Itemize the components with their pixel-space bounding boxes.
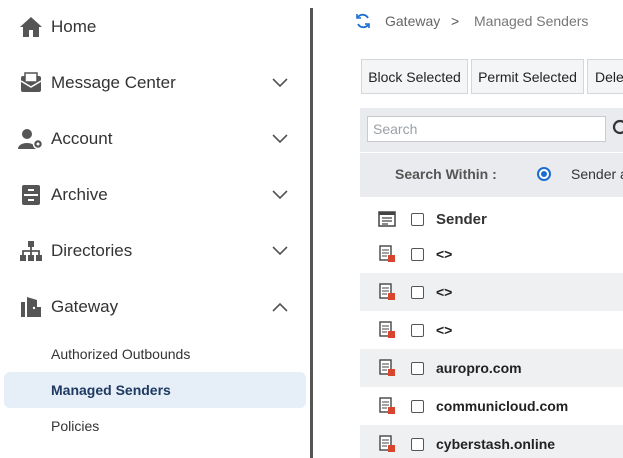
nav-item-gateway[interactable]: Gateway	[0, 285, 310, 329]
sender-value: <>	[436, 246, 453, 262]
sender-value: auropro.com	[436, 360, 522, 376]
table-row[interactable]: <>	[360, 235, 623, 273]
search-input[interactable]	[367, 116, 606, 142]
chevron-up-icon[interactable]	[270, 297, 290, 317]
row-checkbox[interactable]	[411, 324, 424, 337]
blocked-sender-icon	[378, 321, 396, 339]
row-checkbox[interactable]	[411, 248, 424, 261]
nav-item-directories[interactable]: Directories	[0, 229, 310, 273]
block-selected-button[interactable]: Block Selected	[361, 59, 468, 94]
refresh-icon[interactable]	[354, 12, 372, 30]
account-settings-icon	[18, 126, 44, 152]
nav-label-gateway: Gateway	[51, 297, 119, 316]
sender-radio-label[interactable]: Sender a	[571, 166, 623, 182]
sub-label-policies: Policies	[51, 418, 100, 434]
row-checkbox[interactable]	[411, 400, 424, 413]
sub-label-managed-senders: Managed Senders	[51, 382, 171, 398]
blocked-sender-icon	[378, 245, 396, 263]
chevron-down-icon[interactable]	[270, 241, 290, 261]
row-checkbox[interactable]	[411, 438, 424, 451]
blocked-sender-icon	[378, 359, 396, 377]
table-row[interactable]: communicloud.com	[360, 387, 623, 425]
sender-value: <>	[436, 284, 453, 300]
blocked-sender-icon	[378, 283, 396, 301]
gateway-icon	[18, 294, 44, 320]
sender-value: cyberstash.online	[436, 436, 556, 452]
nav-label-home: Home	[51, 17, 97, 36]
panel-divider[interactable]	[310, 8, 313, 458]
table-header: Sender	[360, 201, 623, 237]
search-icon[interactable]	[612, 119, 623, 137]
sidebar-item-managed-senders[interactable]: Managed Senders	[4, 372, 306, 408]
chevron-down-icon[interactable]	[270, 73, 290, 93]
blocked-sender-icon	[378, 435, 396, 453]
sender-value: communicloud.com	[436, 398, 569, 414]
nav-label-directories: Directories	[51, 241, 133, 260]
nav-label-message-center: Message Center	[51, 73, 176, 92]
sidebar-item-policies[interactable]: Policies	[4, 408, 306, 444]
sender-radio[interactable]	[537, 167, 551, 181]
search-within-label: Search Within :	[395, 166, 497, 182]
breadcrumb-current: Managed Senders	[474, 13, 589, 29]
nav-label-account: Account	[51, 129, 113, 148]
sender-column-header[interactable]: Sender	[436, 211, 487, 228]
nav-item-home[interactable]: Home	[0, 5, 310, 49]
breadcrumb-separator: >	[451, 13, 460, 29]
nav-item-message-center[interactable]: Message Center	[0, 61, 310, 105]
sub-label-authorized-outbounds: Authorized Outbounds	[51, 346, 191, 362]
table-row[interactable]: <>	[360, 311, 623, 349]
sender-value: <>	[436, 322, 453, 338]
sidebar-item-authorized-outbounds[interactable]: Authorized Outbounds	[4, 336, 306, 372]
chevron-down-icon[interactable]	[270, 185, 290, 205]
nav-item-archive[interactable]: Archive	[0, 173, 310, 217]
sidebar: Home Message Center Account Archive Dire…	[0, 0, 310, 458]
permit-selected-button[interactable]: Permit Selected	[471, 59, 584, 94]
select-all-checkbox[interactable]	[411, 213, 424, 226]
nav-label-archive: Archive	[51, 185, 108, 204]
chevron-down-icon[interactable]	[270, 129, 290, 149]
message-center-icon	[18, 70, 44, 96]
row-checkbox[interactable]	[411, 362, 424, 375]
table-row[interactable]: auropro.com	[360, 349, 623, 387]
delete-selected-button[interactable]: Dele	[587, 59, 623, 94]
archive-icon	[18, 182, 44, 208]
table-row[interactable]: cyberstash.online	[360, 425, 623, 458]
table-row[interactable]: <>	[360, 273, 623, 311]
main-panel: Gateway > Managed Senders Block Selected…	[316, 0, 623, 458]
column-options-icon[interactable]	[378, 211, 396, 229]
row-checkbox[interactable]	[411, 286, 424, 299]
blocked-sender-icon	[378, 397, 396, 415]
breadcrumb-gateway[interactable]: Gateway	[385, 13, 440, 29]
nav-item-account[interactable]: Account	[0, 117, 310, 161]
home-icon	[18, 14, 44, 40]
directories-icon	[18, 238, 44, 264]
